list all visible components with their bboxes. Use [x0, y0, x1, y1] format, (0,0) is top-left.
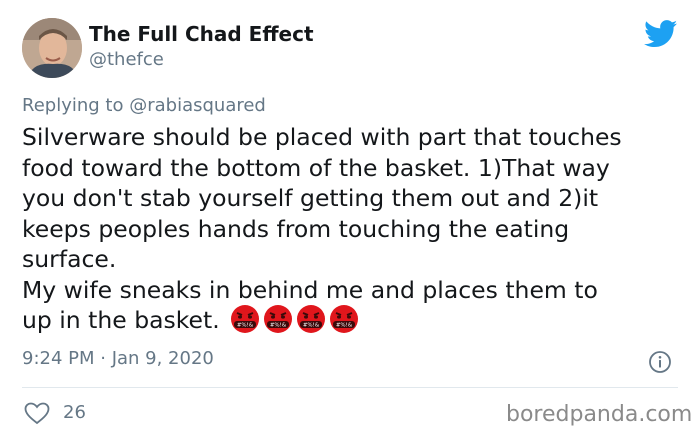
divider — [22, 387, 678, 388]
twitter-bird-icon[interactable] — [644, 20, 678, 48]
emoji-row: #%!& #%!& #%!& #%!& — [230, 304, 359, 334]
emoji-symbols-text: #%!& — [303, 322, 320, 328]
tweet-text-last-line: up in the basket. #%!& #%!& #%!& #%!& — [22, 304, 687, 337]
angry-face-symbols-emoji: #%!& — [329, 304, 358, 333]
like-count[interactable]: 26 — [63, 402, 86, 423]
emoji-symbols-text: #%!& — [336, 322, 353, 328]
author-handle[interactable]: @thefce — [89, 49, 164, 70]
angry-face-symbols-emoji: #%!& — [296, 304, 325, 333]
watermark: boredpanda.com — [506, 402, 693, 427]
reply-mention-link[interactable]: @rabiasquared — [129, 95, 266, 116]
emoji-symbols-text: #%!& — [270, 322, 287, 328]
tweet-text-line: Silverware should be placed with part th… — [22, 123, 622, 151]
tweet-timestamp[interactable]: 9:24 PM · Jan 9, 2020 — [22, 348, 214, 369]
avatar-photo — [22, 18, 82, 78]
angry-face-symbols-emoji: #%!& — [263, 304, 292, 333]
heart-icon[interactable] — [24, 402, 50, 425]
angry-face-symbols-emoji: #%!& — [230, 304, 259, 333]
replying-to-label: Replying to — [22, 95, 124, 116]
tweet-text-line: you don't stab yourself getting them out… — [22, 184, 599, 212]
avatar[interactable] — [22, 18, 82, 78]
tweet-text-line: food toward the bottom of the basket. 1)… — [22, 153, 610, 182]
tweet-text: Silverware should be placed with part th… — [22, 122, 687, 337]
emoji-symbols-text: #%!& — [237, 322, 254, 328]
replying-to-line: Replying to @rabiasquared — [22, 95, 266, 116]
tweet-text-line: surface. — [22, 245, 117, 273]
author-display-name[interactable]: The Full Chad Effect — [89, 22, 314, 46]
info-icon[interactable] — [648, 350, 672, 374]
tweet-text-line: up in the basket. — [22, 306, 220, 334]
tweet-text-line: My wife sneaks in behind me and places t… — [22, 275, 598, 304]
tweet-text-line: keeps peoples hands from touching the ea… — [22, 214, 570, 243]
